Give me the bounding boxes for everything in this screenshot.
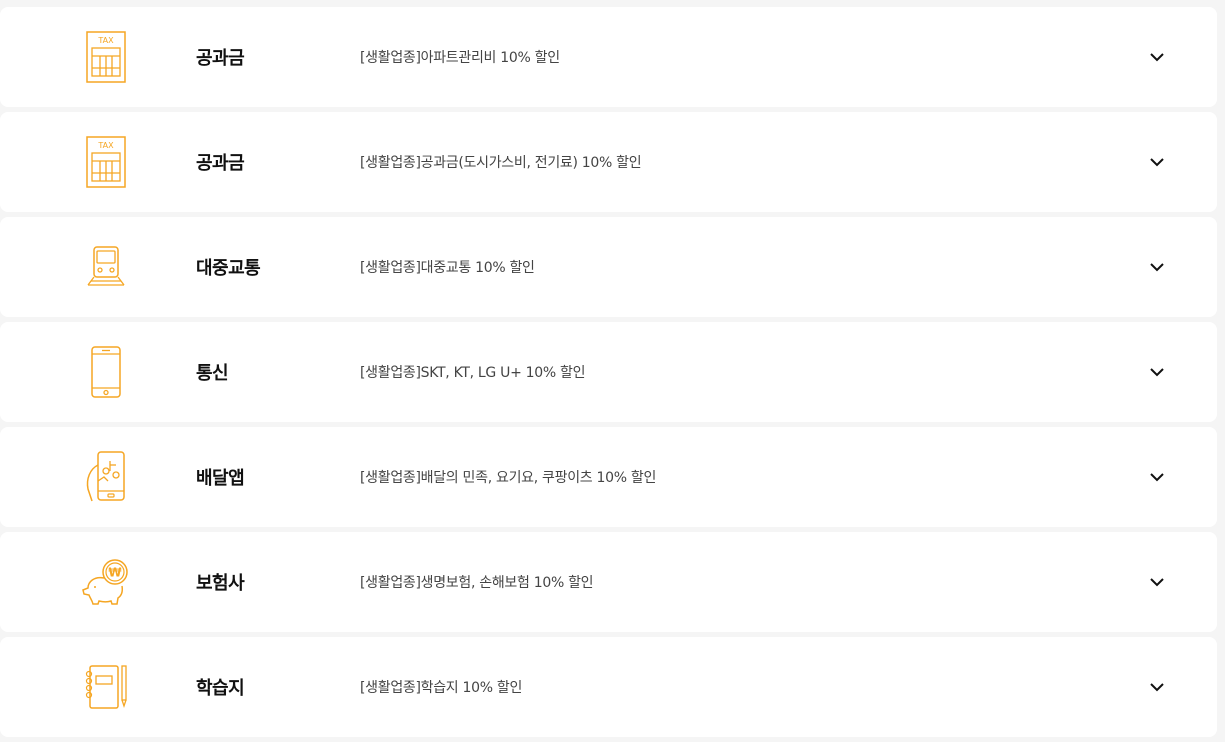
benefit-row[interactable]: 배달앱 [생활업종]배달의 민족, 요기요, 쿠팡이츠 10% 할인	[0, 427, 1217, 527]
chevron-down-icon[interactable]	[1147, 152, 1167, 172]
category-label: 통신	[196, 363, 229, 384]
category-label: 공과금	[196, 48, 245, 69]
chevron-down-icon[interactable]	[1147, 467, 1167, 487]
chevron-down-icon[interactable]	[1147, 257, 1167, 277]
category-label: 학습지	[196, 678, 245, 699]
tax-label: TAX	[97, 36, 114, 45]
benefit-row[interactable]: 학습지 [생활업종]학습지 10% 할인	[0, 637, 1217, 737]
benefit-description: [생활업종]공과금(도시가스비, 전기료) 10% 할인	[360, 155, 642, 171]
tax-bill-icon: TAX	[80, 136, 132, 188]
chevron-down-icon[interactable]	[1147, 362, 1167, 382]
won-symbol: ₩	[108, 566, 122, 580]
delivery-app-icon	[80, 451, 132, 503]
chevron-down-icon[interactable]	[1147, 47, 1167, 67]
benefit-description: [생활업종]아파트관리비 10% 할인	[360, 50, 560, 66]
category-label: 보험사	[196, 573, 245, 594]
benefit-description: [생활업종]학습지 10% 할인	[360, 680, 523, 696]
benefit-row[interactable]: 대중교통 [생활업종]대중교통 10% 할인	[0, 217, 1217, 317]
benefit-description: [생활업종]대중교통 10% 할인	[360, 260, 535, 276]
tax-label: TAX	[97, 141, 114, 150]
benefit-description: [생활업종]배달의 민족, 요기요, 쿠팡이츠 10% 할인	[360, 470, 657, 486]
category-label: 배달앱	[196, 468, 245, 489]
benefit-description: [생활업종]생명보험, 손해보험 10% 할인	[360, 575, 594, 591]
benefit-list: TAX 공과금 [생활업종]아파트관리비 10% 할인 TAX 공과금 [생활업…	[0, 7, 1217, 742]
smartphone-icon	[80, 346, 132, 398]
tax-bill-icon: TAX	[80, 31, 132, 83]
category-label: 대중교통	[196, 258, 261, 279]
category-label: 공과금	[196, 153, 245, 174]
notebook-icon	[80, 661, 132, 713]
benefit-row[interactable]: 통신 [생활업종]SKT, KT, LG U+ 10% 할인	[0, 322, 1217, 422]
chevron-down-icon[interactable]	[1147, 572, 1167, 592]
train-icon	[80, 241, 132, 293]
benefit-description: [생활업종]SKT, KT, LG U+ 10% 할인	[360, 365, 586, 381]
piggy-bank-icon: ₩	[80, 556, 132, 608]
benefit-row[interactable]: ₩ 보험사 [생활업종]생명보험, 손해보험 10% 할인	[0, 532, 1217, 632]
chevron-down-icon[interactable]	[1147, 677, 1167, 697]
benefit-row[interactable]: TAX 공과금 [생활업종]공과금(도시가스비, 전기료) 10% 할인	[0, 112, 1217, 212]
benefit-row[interactable]: TAX 공과금 [생활업종]아파트관리비 10% 할인	[0, 7, 1217, 107]
